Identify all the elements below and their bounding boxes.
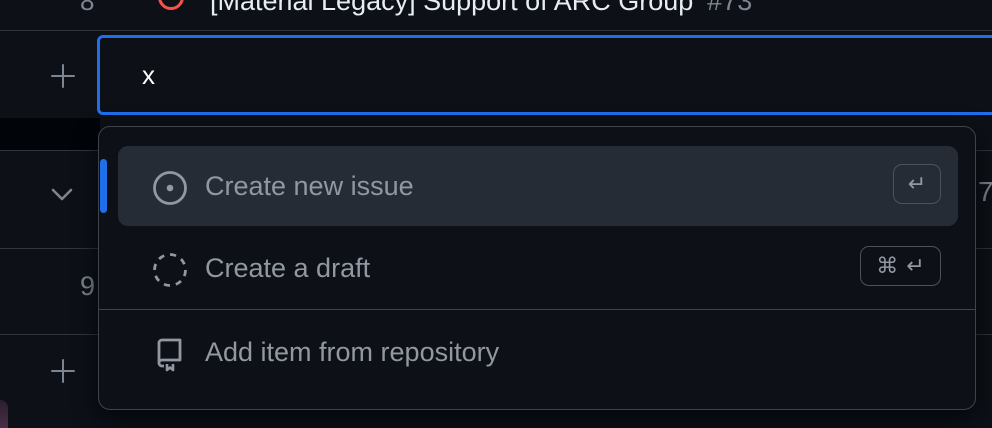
add-item-menu: Create new issue ↵ Create a draft ⌘ ↵ Ad…: [98, 126, 976, 410]
command-key-icon: ⌘: [876, 253, 899, 278]
active-item-indicator: [100, 159, 107, 213]
group-count: 7: [978, 176, 992, 207]
menu-item-create-new-issue[interactable]: Create new issue ↵: [118, 146, 958, 226]
issue-title[interactable]: [Material Legacy] Support of ARC Group #7…: [210, 0, 752, 17]
return-key-icon: ↵: [906, 253, 925, 278]
row-number: 8: [80, 0, 95, 16]
row-number: 9: [80, 271, 96, 301]
add-row-plus-icon[interactable]: [48, 356, 78, 386]
issue-ref: #73: [707, 0, 753, 16]
menu-divider: [99, 309, 975, 310]
menu-item-add-from-repository[interactable]: Add item from repository: [118, 312, 958, 392]
group-separator: [0, 118, 100, 150]
issue-opened-icon: [152, 170, 188, 206]
repo-icon: [152, 336, 188, 372]
menu-item-label: Add item from repository: [205, 337, 500, 367]
menu-item-label: Create new issue: [205, 171, 414, 201]
return-key-icon: ↵: [907, 171, 927, 196]
chevron-down-icon[interactable]: [50, 183, 74, 207]
issue-draft-icon: [152, 252, 188, 288]
add-item-input[interactable]: [97, 35, 992, 115]
shortcut-keys: ⌘ ↵: [860, 246, 941, 286]
window-edge: [0, 400, 8, 428]
menu-item-create-draft[interactable]: Create a draft ⌘ ↵: [118, 228, 958, 308]
project-row-top[interactable]: 8 [Material Legacy] Support of ARC Group…: [0, 0, 992, 30]
menu-item-label: Create a draft: [205, 253, 371, 283]
row-divider: [0, 30, 992, 31]
add-row-plus-icon[interactable]: [48, 61, 78, 91]
issue-closed-icon: [158, 0, 184, 10]
shortcut-key: ↵: [893, 164, 941, 204]
